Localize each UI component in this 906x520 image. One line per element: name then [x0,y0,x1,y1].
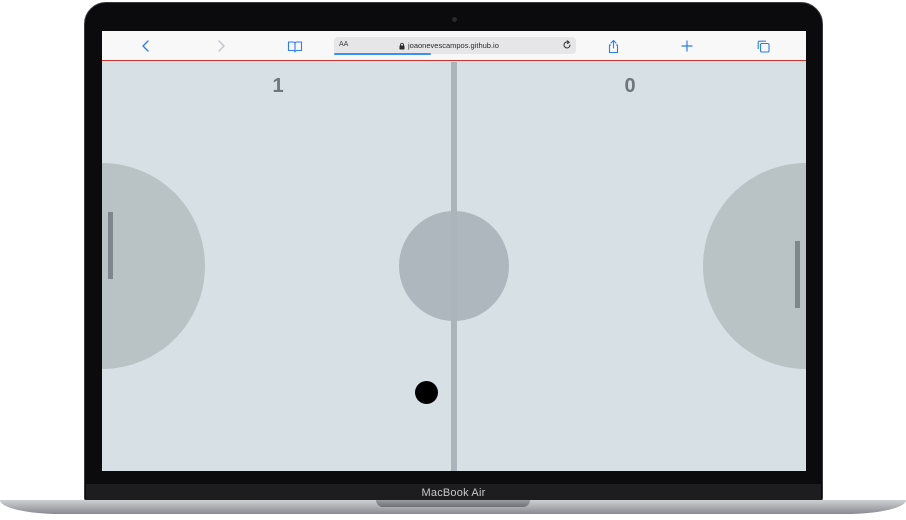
right-score: 0 [624,75,636,97]
reload-icon [563,40,571,49]
brand-label: MacBook Air [421,487,486,499]
book-icon [287,40,303,53]
right-goal-area [703,163,806,369]
camera-icon [452,17,457,22]
chevron-right-icon [218,40,225,52]
screen: AA joaonevescampos.github.io 1 0 [102,31,806,471]
reader-mode-button[interactable]: AA [339,41,348,48]
bookmarks-button[interactable] [284,37,306,55]
lock-icon [399,42,405,49]
forward-button[interactable] [210,37,232,55]
left-paddle[interactable] [108,212,113,279]
chevron-left-icon [142,40,149,52]
url-text: joaonevescampos.github.io [408,41,499,50]
game-field[interactable]: 1 0 [102,62,806,471]
laptop-notch [376,500,530,507]
left-goal-area [102,163,205,369]
page-load-progress-fill [334,53,431,55]
address-bar[interactable]: AA joaonevescampos.github.io [334,37,576,54]
plus-icon [681,40,693,52]
reload-button[interactable] [562,40,572,52]
right-paddle [795,241,800,308]
share-icon [608,39,618,53]
browser-toolbar: AA joaonevescampos.github.io [102,31,806,61]
left-score: 1 [272,75,284,97]
center-line [451,62,457,471]
back-button[interactable] [135,37,157,55]
new-tab-button[interactable] [676,37,698,55]
ball [415,381,438,404]
page-load-progress [334,53,576,55]
share-button[interactable] [602,37,624,55]
tabs-button[interactable] [752,37,774,55]
tabs-icon [757,40,770,53]
